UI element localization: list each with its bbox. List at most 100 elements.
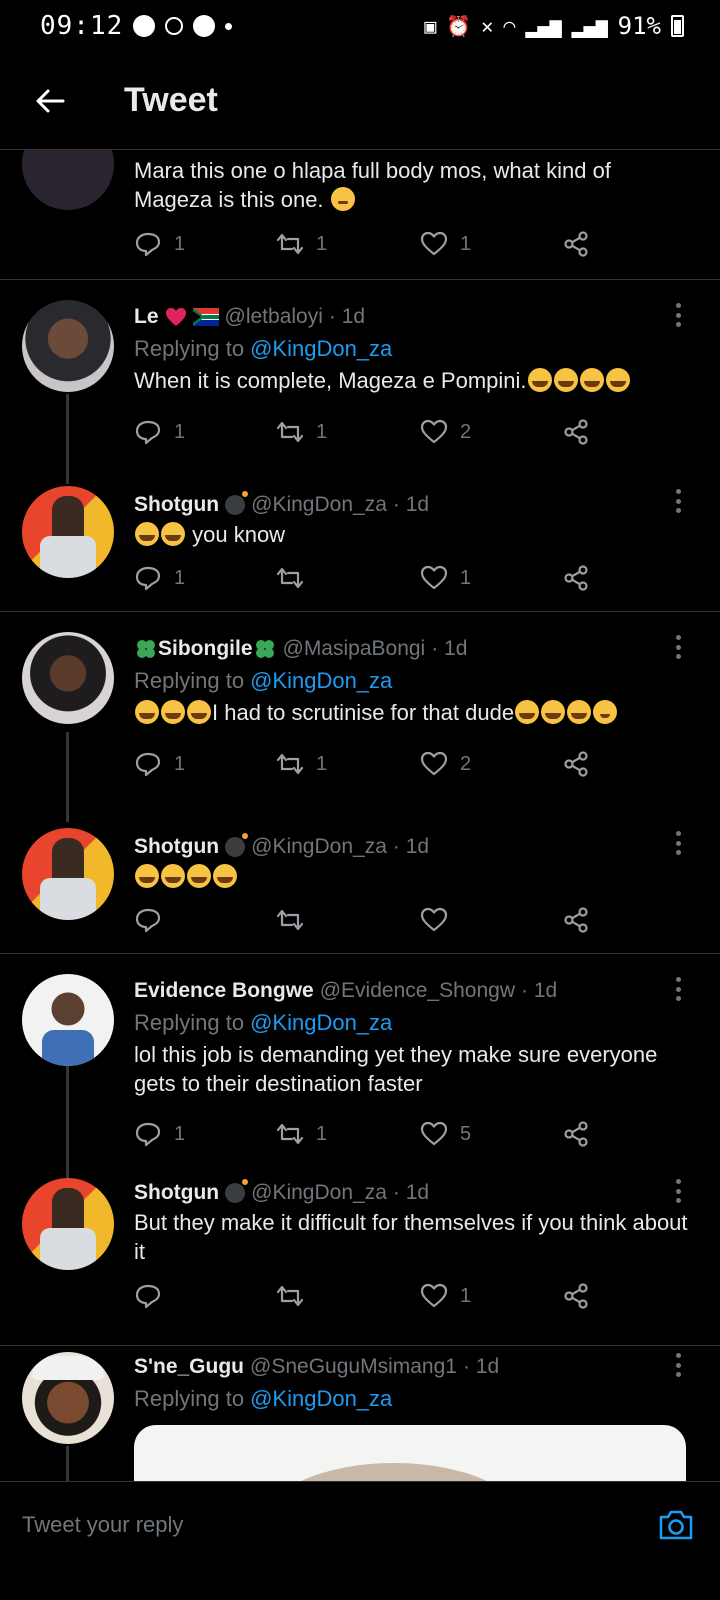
retweet-button[interactable]: 1 (276, 412, 327, 452)
replying-to-link[interactable]: @KingDon_za (250, 336, 392, 362)
avatar[interactable] (22, 1178, 114, 1270)
author-name[interactable]: Evidence Bongwe (134, 979, 314, 1003)
retweet-button[interactable]: 1 (276, 1114, 327, 1154)
author-name[interactable]: Shotgun (134, 493, 219, 517)
tweet[interactable]: Shotgun @KingDon_za · 1d you know 1 1 (0, 470, 720, 612)
share-icon (564, 1283, 588, 1309)
tweet[interactable]: Mara this one o hlapa full body mos, wha… (0, 150, 720, 280)
battery-icon (671, 15, 684, 37)
share-button[interactable] (562, 412, 590, 452)
reply-button[interactable]: 1 (134, 224, 185, 264)
reply-button[interactable]: 1 (134, 1114, 185, 1154)
tweet-actions: 1 1 2 (134, 744, 614, 784)
like-button[interactable]: 1 (420, 1276, 471, 1316)
like-count: 1 (460, 232, 472, 255)
retweet-icon (276, 233, 304, 255)
more-options-button[interactable] (666, 828, 690, 858)
author-handle[interactable]: @SneGuguMsimang1 (250, 1355, 457, 1379)
share-button[interactable] (562, 224, 590, 264)
author-handle[interactable]: @MasipaBongi (283, 637, 426, 661)
replying-to-link[interactable]: @KingDon_za (250, 668, 392, 694)
more-options-button[interactable] (666, 1350, 690, 1380)
share-button[interactable] (562, 1276, 590, 1316)
author-handle[interactable]: @letbaloyi (225, 305, 323, 329)
author-handle[interactable]: @KingDon_za (251, 835, 387, 859)
retweet-button[interactable]: 1 (276, 744, 327, 784)
avatar[interactable] (22, 828, 114, 920)
mute-icon: ✕ (481, 14, 494, 38)
more-options-button[interactable] (666, 974, 690, 1004)
avatar[interactable] (22, 486, 114, 578)
arrow-left-icon (36, 89, 65, 112)
like-button[interactable]: 2 (420, 744, 471, 784)
retweet-button[interactable] (276, 900, 316, 940)
retweet-button[interactable]: 1 (276, 224, 327, 264)
author-handle[interactable]: @KingDon_za (251, 1181, 387, 1205)
avatar[interactable] (22, 1352, 114, 1444)
tweet[interactable]: Sibongile @MasipaBongi · 1d Replying to @… (0, 612, 720, 812)
reply-button[interactable]: 1 (134, 558, 185, 598)
like-button[interactable]: 1 (420, 558, 471, 598)
like-button[interactable] (420, 900, 460, 940)
like-count: 5 (460, 1122, 472, 1145)
reply-button[interactable]: 1 (134, 412, 185, 452)
tweet-actions: 1 1 (134, 558, 614, 598)
share-button[interactable] (562, 1114, 590, 1154)
author-name[interactable]: S'ne_Gugu (134, 1355, 244, 1379)
reply-count: 1 (174, 1122, 186, 1145)
tweet-text: you know (134, 520, 692, 549)
more-options-button[interactable] (666, 1176, 690, 1206)
reply-input[interactable] (22, 1511, 582, 1538)
author-name[interactable]: Le (134, 305, 159, 329)
avatar[interactable] (22, 150, 114, 210)
replying-to: Replying to @KingDon_za (134, 1010, 393, 1036)
reply-count: 1 (174, 752, 186, 775)
share-button[interactable] (562, 558, 590, 598)
tweet[interactable]: Evidence Bongwe @Evidence_Shongw · 1d Re… (0, 954, 720, 1176)
avatar[interactable] (22, 300, 114, 392)
heart-icon (420, 1121, 448, 1146)
tweet-time: · 1d (392, 835, 430, 858)
replying-to-link[interactable]: @KingDon_za (250, 1386, 392, 1412)
app-header: Tweet (0, 52, 720, 150)
author-name[interactable]: Shotgun (134, 1181, 219, 1205)
retweet-button[interactable] (276, 1276, 316, 1316)
like-button[interactable]: 2 (420, 412, 471, 452)
reply-count: 1 (174, 420, 186, 443)
back-button[interactable] (20, 71, 80, 131)
share-icon (564, 419, 588, 445)
reply-button[interactable] (134, 1276, 174, 1316)
tweet-actions: 1 1 2 (134, 412, 614, 452)
tweet-meta: Shotgun @KingDon_za · 1d (134, 1178, 692, 1208)
retweet-button[interactable] (276, 558, 316, 598)
signal-icon: ▂▄▆ (571, 14, 608, 38)
avatar[interactable] (22, 974, 114, 1066)
reply-button[interactable] (134, 900, 174, 940)
tweet-actions: 1 (134, 1276, 614, 1316)
share-button[interactable] (562, 900, 590, 940)
tweet[interactable]: Shotgun @KingDon_za · 1d (0, 812, 720, 954)
tweet-time: · 1d (392, 493, 430, 516)
author-name[interactable]: Shotgun (134, 835, 219, 859)
author-handle[interactable]: @KingDon_za (251, 493, 387, 517)
avatar[interactable] (22, 632, 114, 724)
like-count: 1 (460, 1284, 472, 1307)
more-options-button[interactable] (666, 486, 690, 516)
like-button[interactable]: 1 (420, 224, 471, 264)
retweet-icon (276, 421, 304, 443)
more-options-button[interactable] (666, 300, 690, 330)
like-count: 1 (460, 566, 472, 589)
more-options-button[interactable] (666, 632, 690, 662)
share-button[interactable] (562, 744, 590, 784)
author-name[interactable]: Sibongile (158, 637, 253, 661)
share-icon (564, 907, 588, 933)
tweet[interactable]: Shotgun @KingDon_za · 1d But they make i… (0, 1176, 720, 1346)
retweet-icon (276, 909, 304, 931)
replying-to-link[interactable]: @KingDon_za (250, 1010, 392, 1036)
share-icon (564, 231, 588, 257)
tweet[interactable]: Le @letbaloyi · 1d Replying to @KingDon_z… (0, 280, 720, 470)
reply-button[interactable]: 1 (134, 744, 185, 784)
camera-icon[interactable] (656, 1505, 696, 1545)
author-handle[interactable]: @Evidence_Shongw (320, 979, 515, 1003)
like-button[interactable]: 5 (420, 1114, 471, 1154)
